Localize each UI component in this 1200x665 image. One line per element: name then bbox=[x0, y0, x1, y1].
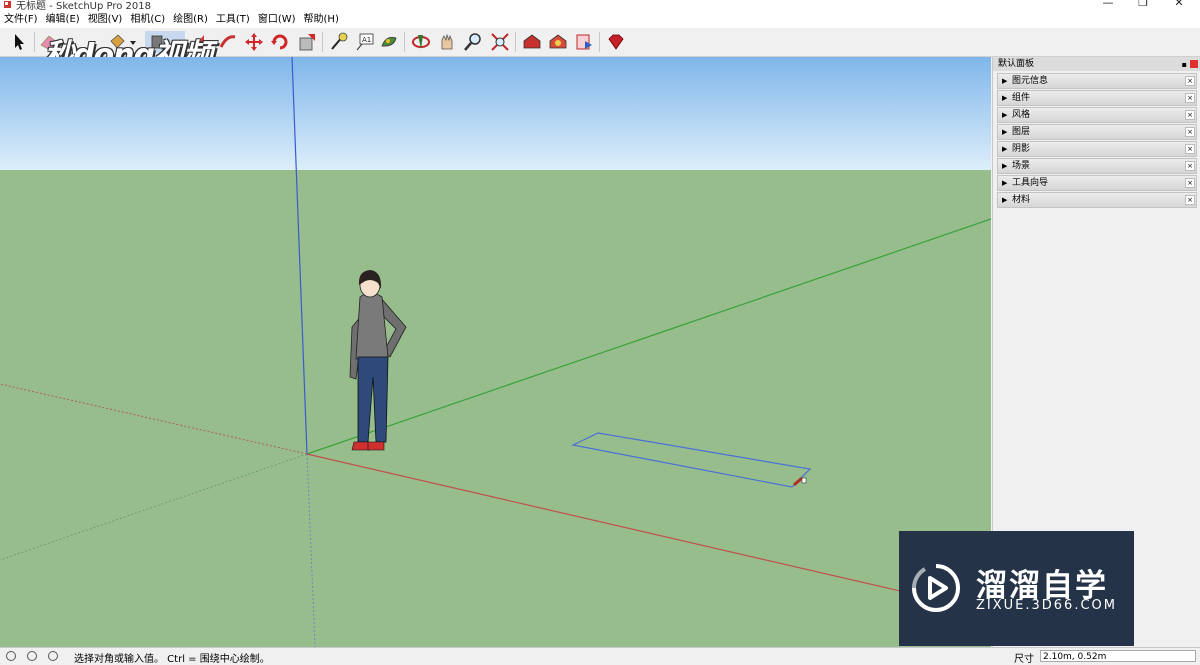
toolbar-separator bbox=[515, 32, 516, 52]
close-window-button[interactable]: ✕ bbox=[1164, 0, 1194, 10]
toolbar-separator bbox=[404, 32, 405, 52]
panel-header: 默认面板 ▪ bbox=[993, 57, 1200, 71]
menu-tools[interactable]: 工具(T) bbox=[212, 11, 254, 28]
tray-materials[interactable]: ▶ 材料 × bbox=[997, 192, 1197, 208]
minimize-button[interactable]: — bbox=[1093, 0, 1123, 10]
layout-icon[interactable] bbox=[573, 31, 595, 53]
pan-icon[interactable] bbox=[436, 31, 458, 53]
panel-close-icon[interactable] bbox=[1190, 60, 1198, 68]
tray-label: 阴影 bbox=[1012, 144, 1031, 154]
logo-url: ZIXUE.3D66.COM bbox=[976, 598, 1117, 613]
expand-arrow-icon: ▶ bbox=[1002, 179, 1008, 187]
paint-icon[interactable] bbox=[378, 31, 400, 53]
toolbar-separator bbox=[599, 32, 600, 52]
tray-label: 工具向导 bbox=[1012, 178, 1049, 188]
info-icon[interactable] bbox=[27, 651, 37, 661]
move-icon[interactable] bbox=[243, 31, 265, 53]
close-icon[interactable]: × bbox=[1185, 110, 1195, 120]
close-icon[interactable]: × bbox=[1185, 195, 1195, 205]
title-bar: 无标题 - SketchUp Pro 2018 — ❐ ✕ bbox=[0, 0, 1200, 12]
expand-arrow-icon: ▶ bbox=[1002, 94, 1008, 102]
tray-label: 风格 bbox=[1012, 110, 1031, 120]
text-icon[interactable]: A1 bbox=[354, 31, 376, 53]
zoom-icon[interactable] bbox=[462, 31, 484, 53]
svg-text:A1: A1 bbox=[362, 36, 371, 44]
toolbar-separator bbox=[34, 32, 35, 52]
rotate-icon[interactable] bbox=[269, 31, 291, 53]
tray-label: 图层 bbox=[1012, 127, 1031, 137]
expand-arrow-icon: ▶ bbox=[1002, 111, 1008, 119]
close-icon[interactable]: × bbox=[1185, 144, 1195, 154]
pin-icon[interactable]: ▪ bbox=[1182, 58, 1187, 72]
modeling-viewport[interactable] bbox=[0, 57, 991, 647]
menu-window[interactable]: 窗口(W) bbox=[254, 11, 300, 28]
tray-scenes[interactable]: ▶ 场景 × bbox=[997, 158, 1197, 174]
extension-warehouse-icon[interactable] bbox=[547, 31, 569, 53]
status-bar: 选择对角或输入值。 Ctrl = 围绕中心绘制。 尺寸 2.10m, 0.52m bbox=[0, 647, 1200, 665]
menu-camera[interactable]: 相机(C) bbox=[126, 11, 169, 28]
tray-styles[interactable]: ▶ 风格 × bbox=[997, 107, 1197, 123]
tray-list: ▶ 图元信息 × ▶ 组件 × ▶ 风格 × ▶ 图层 × ▶ 阴影 × ▶ 场景 × ▶ 工具向导 × ▶… bbox=[993, 71, 1200, 208]
menu-help[interactable]: 帮助(H) bbox=[300, 11, 343, 28]
tray-label: 图元信息 bbox=[1012, 76, 1049, 86]
close-icon[interactable]: × bbox=[1185, 161, 1195, 171]
tray-instructor[interactable]: ▶ 工具向导 × bbox=[997, 175, 1197, 191]
tray-shadows[interactable]: ▶ 阴影 × bbox=[997, 141, 1197, 157]
sky bbox=[0, 57, 991, 170]
warehouse-icon[interactable] bbox=[521, 31, 543, 53]
user-icon[interactable] bbox=[48, 651, 58, 661]
expand-arrow-icon: ▶ bbox=[1002, 196, 1008, 204]
toolbar-separator bbox=[322, 32, 323, 52]
select-icon[interactable] bbox=[8, 31, 30, 53]
ruby-icon[interactable] bbox=[605, 31, 627, 53]
panel-title: 默认面板 bbox=[998, 59, 1035, 69]
tray-entity-info[interactable]: ▶ 图元信息 × bbox=[997, 73, 1197, 89]
ground bbox=[0, 170, 991, 647]
menu-draw[interactable]: 绘图(R) bbox=[169, 11, 212, 28]
sketchup-app-icon bbox=[4, 1, 11, 8]
menu-file[interactable]: 文件(F) bbox=[0, 11, 42, 28]
close-icon[interactable]: × bbox=[1185, 93, 1195, 103]
restore-button[interactable]: ❐ bbox=[1128, 0, 1158, 10]
measurements-input[interactable]: 2.10m, 0.52m bbox=[1040, 650, 1196, 662]
orbit-icon[interactable] bbox=[410, 31, 432, 53]
zoom-extents-icon[interactable] bbox=[489, 31, 511, 53]
scale-icon[interactable] bbox=[296, 31, 318, 53]
tray-label: 组件 bbox=[1012, 93, 1031, 103]
follow-me-icon[interactable] bbox=[217, 31, 239, 53]
expand-arrow-icon: ▶ bbox=[1002, 162, 1008, 170]
tray-label: 材料 bbox=[1012, 195, 1031, 205]
menu-bar: 文件(F) 编辑(E) 视图(V) 相机(C) 绘图(R) 工具(T) 窗口(W) 帮助(H) bbox=[0, 11, 1200, 28]
expand-arrow-icon: ▶ bbox=[1002, 77, 1008, 85]
menu-edit[interactable]: 编辑(E) bbox=[42, 11, 84, 28]
tray-layers[interactable]: ▶ 图层 × bbox=[997, 124, 1197, 140]
expand-arrow-icon: ▶ bbox=[1002, 128, 1008, 136]
close-icon[interactable]: × bbox=[1185, 178, 1195, 188]
geolocation-icon[interactable] bbox=[6, 651, 16, 661]
tray-label: 场景 bbox=[1012, 161, 1031, 171]
menu-view[interactable]: 视图(V) bbox=[84, 11, 127, 28]
play-logo-icon bbox=[912, 564, 960, 612]
close-icon[interactable]: × bbox=[1185, 76, 1195, 86]
expand-arrow-icon: ▶ bbox=[1002, 145, 1008, 153]
tape-measure-icon[interactable] bbox=[328, 31, 350, 53]
tray-components[interactable]: ▶ 组件 × bbox=[997, 90, 1197, 106]
close-icon[interactable]: × bbox=[1185, 127, 1195, 137]
